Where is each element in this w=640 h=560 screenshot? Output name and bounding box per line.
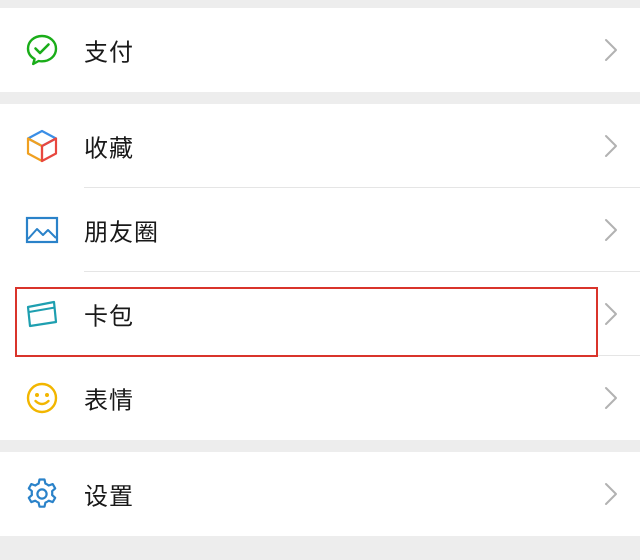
chevron-right-icon xyxy=(605,39,617,61)
pay-icon xyxy=(24,32,60,68)
menu-item-label: 收藏 xyxy=(84,134,134,163)
moments-picture-icon xyxy=(24,212,60,248)
smiley-icon xyxy=(24,380,60,416)
gear-icon xyxy=(24,476,60,512)
menu-item-label: 支付 xyxy=(84,38,134,67)
chevron-right-icon xyxy=(605,219,617,241)
menu-item-card-package[interactable]: 卡包 xyxy=(0,272,640,356)
favorites-cube-icon xyxy=(24,128,60,164)
menu-item-label: 表情 xyxy=(84,386,134,415)
group-main: 收藏 朋友圈 卡包 表情 xyxy=(0,104,640,440)
chevron-right-icon xyxy=(605,303,617,325)
group-pay: 支付 xyxy=(0,8,640,92)
chevron-right-icon xyxy=(605,483,617,505)
menu-item-label: 设置 xyxy=(84,482,134,511)
menu-item-stickers[interactable]: 表情 xyxy=(0,356,640,440)
menu-item-settings[interactable]: 设置 xyxy=(0,452,640,536)
menu-item-moments[interactable]: 朋友圈 xyxy=(0,188,640,272)
menu-item-pay[interactable]: 支付 xyxy=(0,8,640,92)
group-settings: 设置 xyxy=(0,452,640,536)
menu-item-label: 卡包 xyxy=(84,302,134,331)
chevron-right-icon xyxy=(605,135,617,157)
menu-item-label: 朋友圈 xyxy=(84,218,159,247)
chevron-right-icon xyxy=(605,387,617,409)
card-package-icon xyxy=(24,296,60,332)
menu-item-favorites[interactable]: 收藏 xyxy=(0,104,640,188)
